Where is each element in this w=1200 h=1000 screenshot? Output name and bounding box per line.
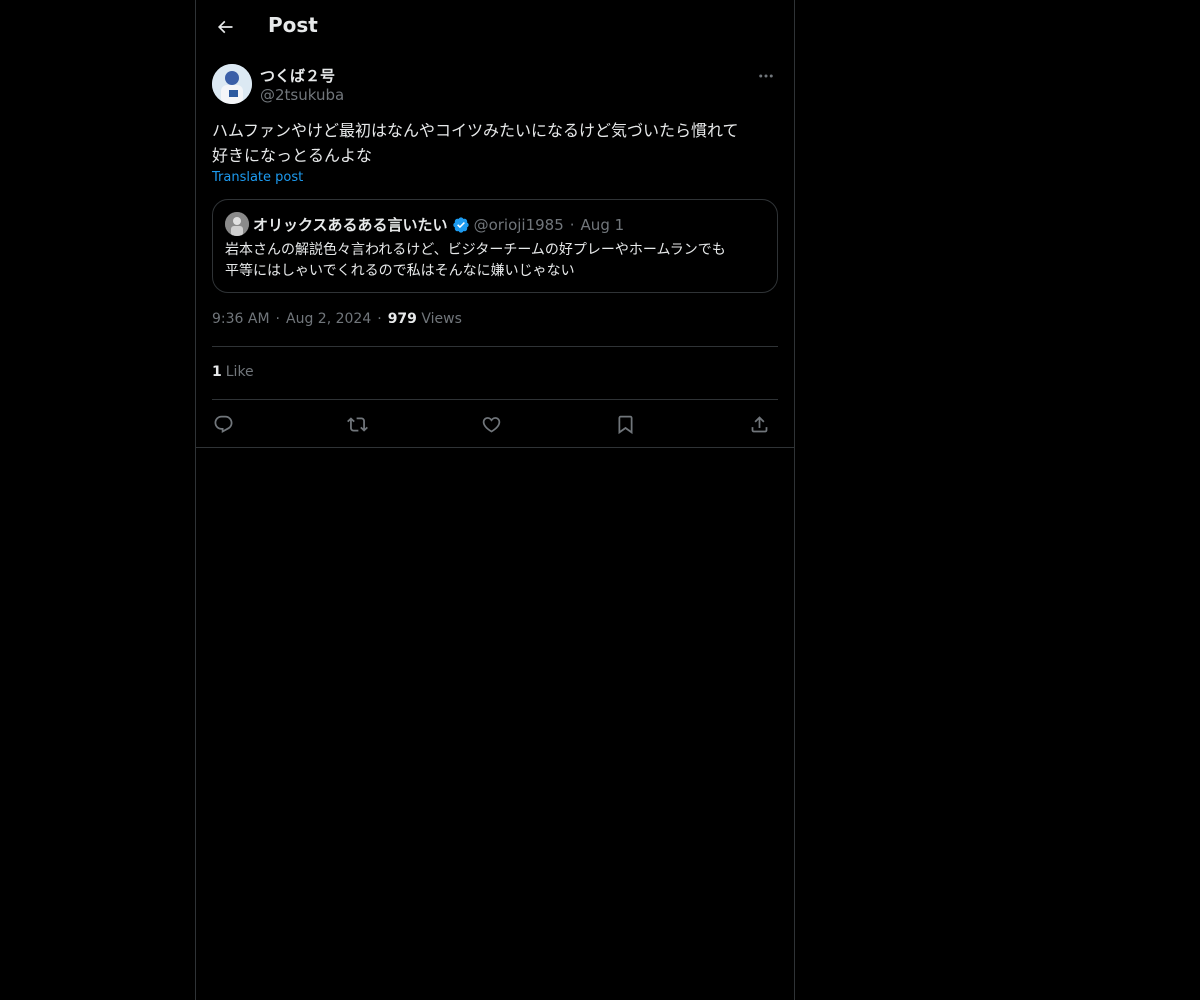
post-author: つくば２号 @2tsukuba: [212, 64, 778, 108]
avatar[interactable]: [212, 64, 252, 104]
separator-dot: ·: [275, 311, 280, 327]
post-column: Post つくば２号 @2tsukuba ハムファンやけど最初はなんやコイツみた…: [195, 0, 795, 1000]
quote-text-line: 平等にはしゃいでくれるので私はそんなに嫌いじゃない: [225, 263, 575, 279]
author-handle[interactable]: @2tsukuba: [260, 86, 344, 104]
action-bar: [212, 400, 778, 447]
repost-button[interactable]: [344, 411, 370, 437]
translate-post-link[interactable]: Translate post: [212, 170, 303, 185]
post-text: ハムファンやけど最初はなんやコイツみたいになるけど気づいたら慣れて 好きになっと…: [212, 118, 778, 168]
post-meta: 9:36 AM · Aug 2, 2024 · 979 Views: [212, 311, 462, 327]
views-count: 979: [387, 311, 417, 327]
separator-dot: ·: [569, 215, 575, 234]
post-time[interactable]: 9:36 AM: [212, 311, 270, 327]
likes-label: Like: [225, 364, 254, 380]
divider: [212, 346, 778, 347]
post-text-line: 好きになっとるんよな: [212, 146, 373, 165]
page-title: Post: [268, 13, 318, 37]
likes-count: 1: [212, 364, 222, 380]
more-options-button[interactable]: [754, 64, 778, 88]
like-button[interactable]: [478, 411, 504, 437]
post-date[interactable]: Aug 2, 2024: [286, 311, 371, 327]
quote-header: オリックスあるある言いたい @orioji1985 · Aug 1: [253, 214, 624, 235]
more-dots-icon: [759, 74, 773, 78]
back-button[interactable]: [208, 10, 242, 44]
quote-text-line: 岩本さんの解説色々言われるけど、ビジターチームの好プレーやホームランでも: [225, 242, 726, 258]
views-label: Views: [421, 311, 462, 327]
quote-date: Aug 1: [580, 215, 625, 234]
post-header: Post: [196, 0, 794, 53]
quoted-post[interactable]: オリックスあるある言いたい @orioji1985 · Aug 1 岩本さんの解…: [212, 199, 778, 293]
quote-text: 岩本さんの解説色々言われるけど、ビジターチームの好プレーやホームランでも 平等に…: [225, 240, 765, 282]
avatar-image: [212, 64, 252, 104]
arrow-left-icon: [217, 20, 233, 34]
share-icon: [751, 415, 767, 432]
quote-avatar: [225, 212, 249, 236]
divider: [196, 447, 794, 448]
likes-summary[interactable]: 1 Like: [212, 364, 254, 380]
bookmark-button[interactable]: [612, 411, 638, 437]
post-text-line: ハムファンやけど最初はなんやコイツみたいになるけど気づいたら慣れて: [212, 121, 739, 140]
reply-icon: [214, 415, 232, 433]
separator-dot: ·: [377, 311, 382, 327]
bookmark-icon: [618, 415, 632, 434]
heart-icon: [482, 416, 500, 433]
quote-author-handle: @orioji1985: [473, 215, 564, 234]
reply-button[interactable]: [210, 411, 236, 437]
share-button[interactable]: [746, 411, 772, 437]
verified-badge-icon: [452, 216, 470, 234]
quote-avatar-image: [225, 212, 249, 236]
author-name[interactable]: つくば２号: [260, 65, 335, 86]
quote-author-name: オリックスあるある言いたい: [253, 216, 448, 234]
repost-icon: [346, 416, 368, 432]
